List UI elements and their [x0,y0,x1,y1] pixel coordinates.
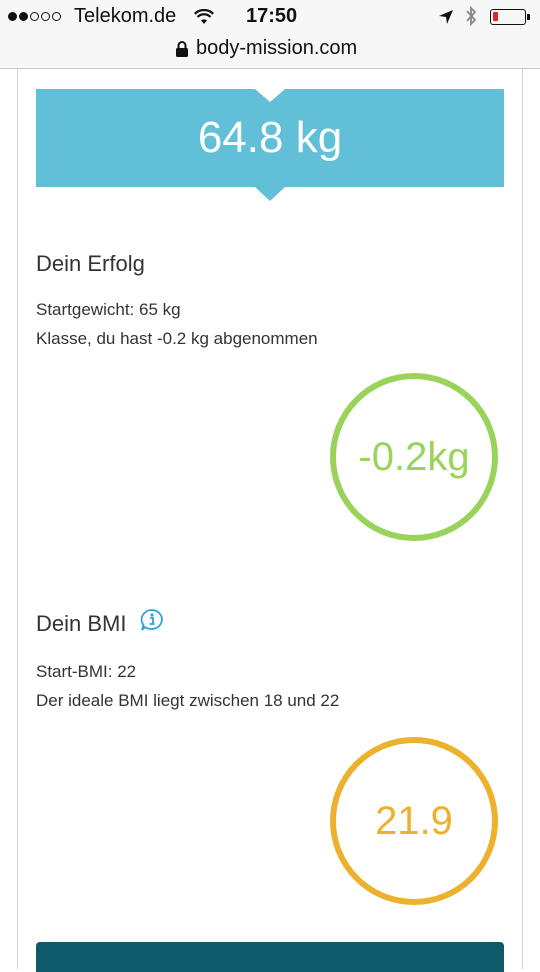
banner-pointer [255,187,285,201]
start-bmi-text: Start-BMI: 22 [36,662,137,681]
wifi-icon [194,8,214,31]
clock: 17:50 [246,5,298,27]
banner-notch-top [255,89,285,102]
bmi-heading: Dein BMI [36,610,127,636]
location-arrow-icon [438,8,454,31]
weight-loss-message: Klasse, du hast -0.2 kg abgenommen [36,329,318,348]
current-weight-banner: 64.8 kg [36,89,504,187]
ideal-bmi-text: Der ideale BMI liegt zwischen 18 und 22 [36,691,340,710]
status-bar: Telekom.de 17:50 [0,0,540,34]
bmi-heading-row: Dein BMI [36,608,165,640]
weight-change-value: -0.2kg [358,434,470,479]
bmi-circle: 21.9 [330,737,498,905]
current-weight-value: 64.8 kg [197,113,343,162]
lock-icon [175,40,189,64]
battery-icon [490,9,530,25]
bmi-value: 21.9 [375,798,453,843]
success-heading: Dein Erfolg [36,251,145,276]
url-text[interactable]: body-mission.com [196,37,357,60]
signal-strength-icon [8,12,61,21]
bottom-action-button[interactable] [36,942,504,972]
browser-address-bar[interactable]: body-mission.com [0,34,540,69]
carrier-name: Telekom.de [74,5,177,27]
start-weight-text: Startgewicht: 65 kg [36,300,181,319]
info-icon[interactable] [139,608,165,638]
weight-change-circle: -0.2kg [330,373,498,541]
bluetooth-icon [464,5,478,32]
